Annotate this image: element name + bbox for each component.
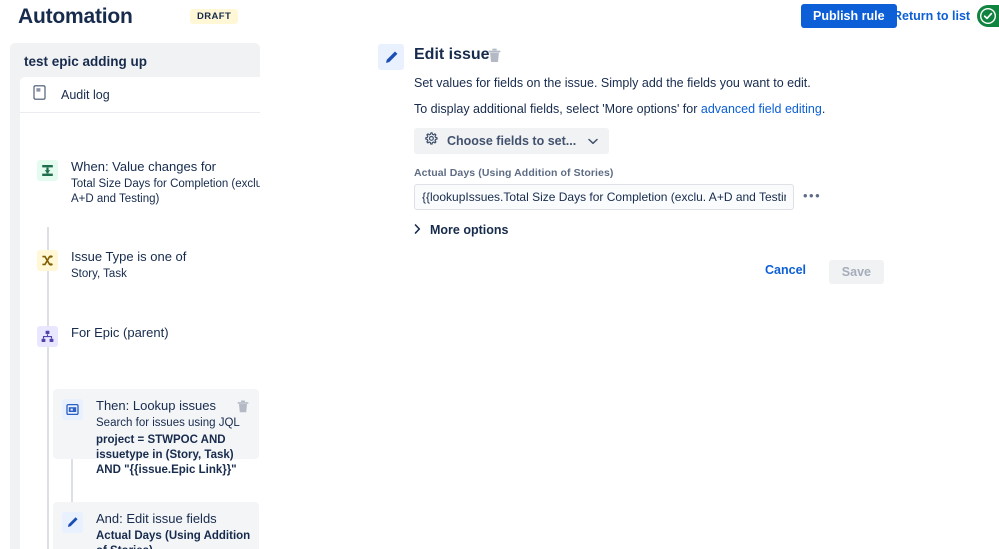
panel-actions: Cancel Save (414, 260, 884, 284)
edit-issue-panel: Edit issue Set values for fields on the … (378, 44, 978, 284)
tree-node-title: When: Value changes for (71, 159, 217, 174)
trash-icon[interactable] (488, 48, 501, 68)
more-options-toggle[interactable]: More options (414, 223, 508, 237)
pencil-icon (378, 44, 404, 70)
check-circle-icon (980, 8, 996, 24)
sidebar-item-label: Audit log (61, 87, 110, 102)
field-label: Actual Days (Using Addition of Stories) (414, 167, 614, 179)
condition-shuffle-icon (37, 250, 58, 271)
gear-icon (424, 131, 438, 151)
chevron-down-icon (588, 132, 598, 150)
tree-node-title: For Epic (parent) (71, 325, 169, 340)
tree-node-title: And: Edit issue fields (96, 511, 217, 526)
actual-days-input[interactable] (414, 184, 794, 210)
panel-header: Edit issue (378, 44, 978, 70)
rule-tree-panel: test epic adding up Audit log When: Valu… (10, 43, 260, 549)
lookup-issues-icon (62, 399, 83, 420)
tree-node-jql: project = STWPOC AND issuetype in (Story… (96, 434, 237, 476)
trash-icon[interactable] (237, 400, 249, 418)
tree-node-title: Issue Type is one of (71, 249, 187, 264)
status-badge: DRAFT (190, 9, 239, 24)
automation-rule-editor: Automation DRAFT Publish rule Return to … (0, 0, 999, 549)
advanced-field-editing-link[interactable]: advanced field editing (701, 102, 822, 116)
desc-prefix: To display additional fields, select 'Mo… (414, 102, 701, 116)
document-icon (33, 84, 46, 105)
rule-tree-card: Audit log When: Value changes for Total … (20, 77, 260, 549)
publish-rule-button[interactable]: Publish rule (801, 4, 897, 28)
rule-enabled-toggle[interactable] (977, 5, 999, 27)
panel-description-1: Set values for fields on the issue. Simp… (414, 76, 811, 90)
cancel-button[interactable]: Cancel (765, 263, 806, 277)
return-to-list-link[interactable]: Return to list (893, 9, 970, 23)
save-button[interactable]: Save (828, 260, 884, 284)
tree-node-subtitle: Total Size Days for Completion (exclu. A… (71, 178, 260, 205)
tree-connector-main (47, 227, 49, 549)
choose-fields-label: Choose fields to set... (447, 134, 577, 148)
tree-branch-card-lookup-issues[interactable]: Then: Lookup issues Search for issues us… (53, 389, 259, 476)
ellipsis-icon[interactable]: ••• (803, 188, 821, 203)
choose-fields-dropdown[interactable]: Choose fields to set... (414, 128, 610, 154)
top-bar: Automation DRAFT Publish rule Return to … (0, 0, 999, 33)
desc-suffix: . (821, 102, 826, 116)
tree-branch-card-edit-issue-fields[interactable]: And: Edit issue fields Actual Days (Usin… (53, 502, 259, 549)
panel-description-2: To display additional fields, select 'Mo… (414, 102, 825, 116)
trigger-icon (37, 160, 58, 181)
chevron-right-icon (414, 223, 421, 237)
page-title: Automation (18, 5, 133, 28)
rule-name: test epic adding up (24, 54, 148, 69)
pencil-icon (62, 512, 83, 533)
tree-node-title: Then: Lookup issues (96, 398, 216, 413)
tree-node-subtitle: Actual Days (Using Addition of Stories) (96, 530, 251, 549)
branch-hierarchy-icon (37, 326, 58, 347)
sidebar-item-audit-log[interactable]: Audit log (20, 77, 260, 113)
tree-node-subtitle: Story, Task (71, 268, 127, 280)
more-options-label: More options (430, 223, 509, 237)
panel-title: Edit issue (414, 46, 490, 63)
tree-node-subtitle: Search for issues using JQL (96, 417, 240, 429)
